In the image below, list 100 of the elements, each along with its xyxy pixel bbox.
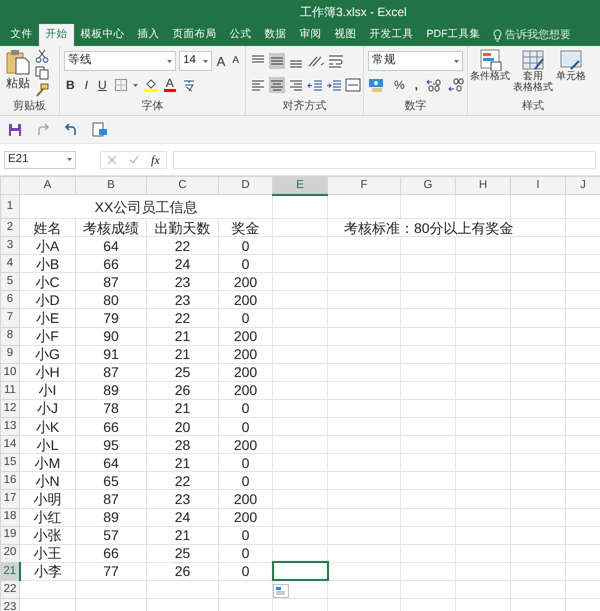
table-cell: 64 xyxy=(76,236,146,255)
styles-gallery-button[interactable]: 单元格 xyxy=(556,49,586,93)
row-header[interactable]: 13 xyxy=(0,418,20,436)
text-orientation-icon[interactable] xyxy=(307,54,325,68)
styles-gallery-button[interactable]: 套用 表格格式 xyxy=(513,49,553,93)
row-header[interactable]: 16 xyxy=(0,472,20,490)
merge-cells-icon[interactable] xyxy=(345,78,361,92)
print-preview-icon[interactable] xyxy=(92,122,108,138)
ribbon-tab[interactable]: 页面布局 xyxy=(166,24,223,46)
row-header[interactable]: 4 xyxy=(0,254,20,273)
caret-icon[interactable] xyxy=(202,60,208,62)
table-cell: 21 xyxy=(146,526,218,544)
row-header[interactable]: 20 xyxy=(0,544,20,562)
scissors-icon[interactable] xyxy=(35,49,49,63)
table-cell: 0 xyxy=(218,399,272,418)
border-icon[interactable] xyxy=(114,79,127,91)
column-header[interactable]: G xyxy=(400,176,456,194)
caret-icon[interactable] xyxy=(67,158,72,161)
align-middle-icon[interactable] xyxy=(269,53,285,69)
row-header[interactable]: 11 xyxy=(0,381,20,400)
row-header[interactable]: 19 xyxy=(0,526,20,544)
row-header[interactable]: 18 xyxy=(0,508,20,526)
ribbon-tab[interactable]: 插入 xyxy=(131,24,166,46)
font-size-field[interactable]: 14 xyxy=(179,51,212,71)
row-header[interactable]: 9 xyxy=(0,345,20,364)
column-header[interactable]: I xyxy=(510,176,566,194)
column-header[interactable]: J xyxy=(566,176,600,194)
group-label: 字体 xyxy=(140,98,164,114)
italic-button[interactable]: I xyxy=(82,79,90,91)
increase-font-size-button[interactable]: A xyxy=(214,54,228,68)
row-header[interactable]: 5 xyxy=(0,272,20,291)
font-color-button[interactable]: A xyxy=(164,78,176,92)
tell-me-search-hint[interactable]: 告诉我您想要 xyxy=(505,26,571,44)
undo-icon[interactable] xyxy=(64,122,78,136)
ribbon-tab[interactable]: 公式 xyxy=(223,24,258,46)
table-cell: 小L xyxy=(20,436,76,454)
quick-analysis-icon[interactable] xyxy=(273,584,289,598)
copy-icon[interactable] xyxy=(35,66,49,80)
align-center-icon[interactable] xyxy=(269,77,285,93)
underline-button[interactable]: U xyxy=(96,79,109,91)
column-header[interactable]: E xyxy=(272,176,328,194)
row-header[interactable]: 7 xyxy=(0,308,20,328)
name-box[interactable]: E21 xyxy=(4,150,76,168)
ribbon-tab[interactable]: 开始 xyxy=(39,24,74,46)
row-header[interactable]: 1 xyxy=(0,194,20,218)
row-header[interactable]: 21 xyxy=(0,562,20,580)
checkmark-icon[interactable] xyxy=(129,154,139,164)
styles-gallery-button[interactable]: 条件格式 xyxy=(470,49,510,93)
row-header[interactable]: 2 xyxy=(0,218,20,237)
table-cell: 95 xyxy=(76,436,146,454)
row-header[interactable]: 17 xyxy=(0,490,20,508)
formula-input-field[interactable] xyxy=(172,150,596,168)
font-name-field[interactable]: 等线 xyxy=(64,51,176,71)
ribbon-tab[interactable]: 开发工具 xyxy=(363,24,420,46)
phonetic-guide-icon[interactable] xyxy=(182,78,196,92)
ribbon-tab[interactable]: 视图 xyxy=(328,24,363,46)
bold-button[interactable]: B xyxy=(64,79,77,91)
column-header[interactable]: A xyxy=(20,176,76,194)
row-header[interactable]: 14 xyxy=(0,436,20,454)
comma-style-button[interactable]: , xyxy=(412,79,420,91)
ribbon-tab[interactable]: 数据 xyxy=(258,24,293,46)
ribbon-tab[interactable]: PDF工具集 xyxy=(420,24,487,46)
table-cell: 77 xyxy=(76,562,146,580)
table-cell: 小明 xyxy=(20,490,76,508)
ribbon-tab[interactable]: 文件 xyxy=(4,24,39,46)
column-header[interactable]: F xyxy=(328,176,400,194)
ribbon-tab[interactable]: 审阅 xyxy=(293,24,328,46)
row-header[interactable]: 22 xyxy=(0,580,20,598)
lightbulb-icon[interactable] xyxy=(493,28,502,42)
row-header[interactable]: 3 xyxy=(0,236,20,255)
number-format-field[interactable]: 常规 xyxy=(368,51,463,71)
row-header[interactable]: 12 xyxy=(0,399,20,418)
column-header[interactable]: D xyxy=(218,176,272,194)
fill-color-icon[interactable] xyxy=(144,78,158,92)
decrease-decimal-icon[interactable] xyxy=(448,78,464,92)
decrease-font-size-button[interactable]: A xyxy=(230,56,241,66)
table-cell: 26 xyxy=(146,562,218,580)
insert-function-button[interactable]: fx xyxy=(151,150,160,168)
increase-decimal-icon[interactable] xyxy=(426,78,442,92)
ribbon-tab[interactable]: 模板中心 xyxy=(74,24,131,46)
row-header[interactable]: 23 xyxy=(0,598,20,611)
row-header[interactable]: 15 xyxy=(0,454,20,472)
row-header[interactable]: 6 xyxy=(0,290,20,309)
caret-icon[interactable] xyxy=(132,84,138,86)
table-cell: 200 xyxy=(218,363,272,382)
column-header[interactable]: C xyxy=(146,176,218,194)
caret-icon[interactable] xyxy=(167,60,172,62)
save-icon[interactable] xyxy=(8,122,22,136)
paste-button[interactable]: 粘贴 xyxy=(4,49,32,97)
percent-style-button[interactable]: % xyxy=(392,79,407,91)
row-header[interactable]: 8 xyxy=(0,327,20,346)
accounting-format-icon[interactable] xyxy=(368,78,386,92)
row-header[interactable]: 10 xyxy=(0,363,20,382)
column-header[interactable]: B xyxy=(76,176,146,194)
table-cell: 小N xyxy=(20,472,76,490)
group-label: 数字 xyxy=(404,98,428,114)
wrap-text-icon[interactable] xyxy=(328,54,344,68)
caret-icon[interactable] xyxy=(454,60,459,62)
paintbrush-icon[interactable] xyxy=(35,83,49,97)
column-header[interactable]: H xyxy=(456,176,510,194)
